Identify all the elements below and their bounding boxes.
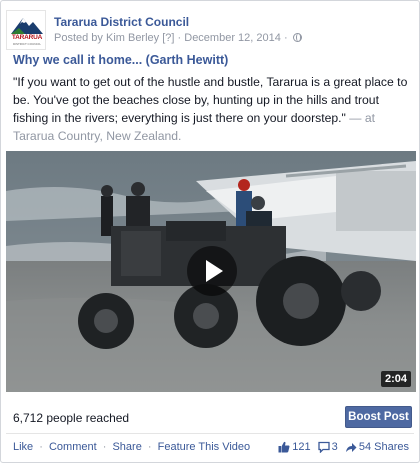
video-player[interactable]: 2:04 (6, 151, 416, 392)
footer-divider (6, 433, 414, 434)
post-date[interactable]: December 12, 2014 (184, 32, 281, 44)
post-header: TARARUA DISTRICT COUNCIL Tararua Distric… (6, 10, 416, 50)
meta-separator: · (177, 32, 182, 44)
globe-icon[interactable] (292, 33, 302, 42)
feature-video-link[interactable]: Feature This Video (158, 441, 251, 453)
shares-count: 54 Shares (358, 441, 409, 454)
reach-count: 6,712 people reached (13, 411, 130, 425)
help-bracket[interactable]: [?] (162, 32, 174, 44)
logo-subtitle: DISTRICT COUNCIL (12, 42, 42, 46)
shares-stat[interactable]: 54 Shares (345, 441, 409, 453)
comments-count: 3 (331, 441, 338, 454)
page-avatar[interactable]: TARARUA DISTRICT COUNCIL (6, 10, 46, 50)
share-link[interactable]: Share (112, 441, 141, 453)
action-separator: · (102, 441, 107, 453)
post-actions: Like · Comment · Share · Feature This Vi… (13, 441, 250, 453)
post-stats: 121 3 54 Shares (274, 441, 409, 454)
play-icon[interactable] (187, 246, 237, 296)
meta-separator: · (283, 32, 288, 44)
action-separator: · (39, 441, 43, 453)
share-icon (345, 443, 357, 453)
video-title-link[interactable]: Why we call it home... (Garth Hewitt) (13, 53, 228, 67)
comment-icon (318, 441, 330, 454)
action-separator: · (147, 441, 152, 453)
logo-wordmark: TARARUA (11, 34, 43, 41)
likes-count: 121 (292, 441, 311, 454)
likes-stat[interactable]: 121 (278, 441, 313, 453)
post-card: TARARUA DISTRICT COUNCIL Tararua Distric… (0, 0, 420, 463)
post-meta: Posted by Kim Berley [?] · December 12, … (54, 32, 302, 44)
like-icon (278, 442, 290, 453)
mountain-logo-icon (11, 18, 43, 34)
video-duration: 2:04 (380, 371, 411, 387)
page-name-link[interactable]: Tararua District Council (54, 15, 189, 29)
boost-post-button[interactable]: Boost Post (345, 406, 412, 428)
comment-link[interactable]: Comment (49, 441, 97, 453)
comments-stat[interactable]: 3 (318, 441, 341, 454)
like-link[interactable]: Like (13, 441, 33, 453)
posted-by[interactable]: Posted by Kim Berley (54, 32, 159, 44)
post-body: "If you want to get out of the hustle an… (13, 73, 411, 145)
